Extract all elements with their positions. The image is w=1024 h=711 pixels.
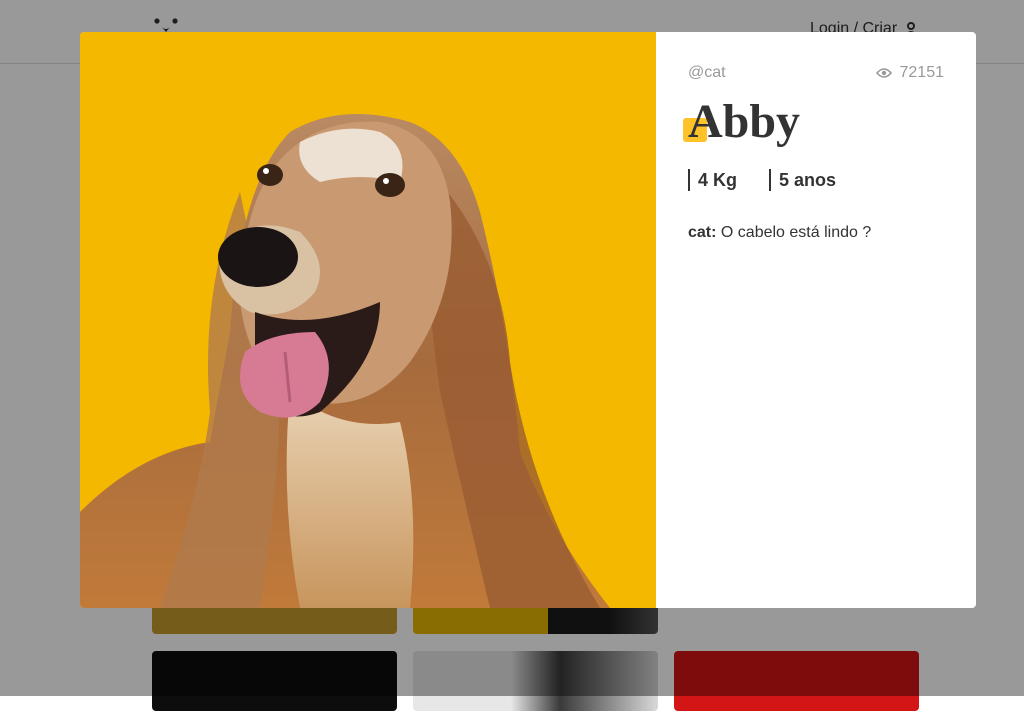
dog-illustration	[80, 32, 656, 608]
photo-title: Abby	[688, 95, 801, 148]
photo-modal: @cat 72151 Abby 4 Kg 5 anos cat: O cabel…	[80, 32, 976, 608]
author-link[interactable]: @cat	[688, 64, 726, 82]
eye-icon	[875, 68, 892, 78]
title-block: Abby	[683, 90, 801, 154]
attributes-list: 4 Kg 5 anos	[688, 169, 836, 191]
dog-photo	[80, 32, 656, 608]
view-count: 72151	[875, 64, 945, 82]
age-attribute: 5 anos	[769, 169, 836, 191]
comment-text: O cabelo está lindo ?	[720, 224, 872, 241]
comment-item: cat: O cabelo está lindo ?	[688, 224, 871, 242]
post-details: @cat 72151 Abby 4 Kg 5 anos cat: O cabel…	[656, 32, 976, 608]
weight-attribute: 4 Kg	[688, 169, 737, 191]
views-value: 72151	[899, 64, 945, 81]
comment-author: cat:	[688, 224, 717, 241]
